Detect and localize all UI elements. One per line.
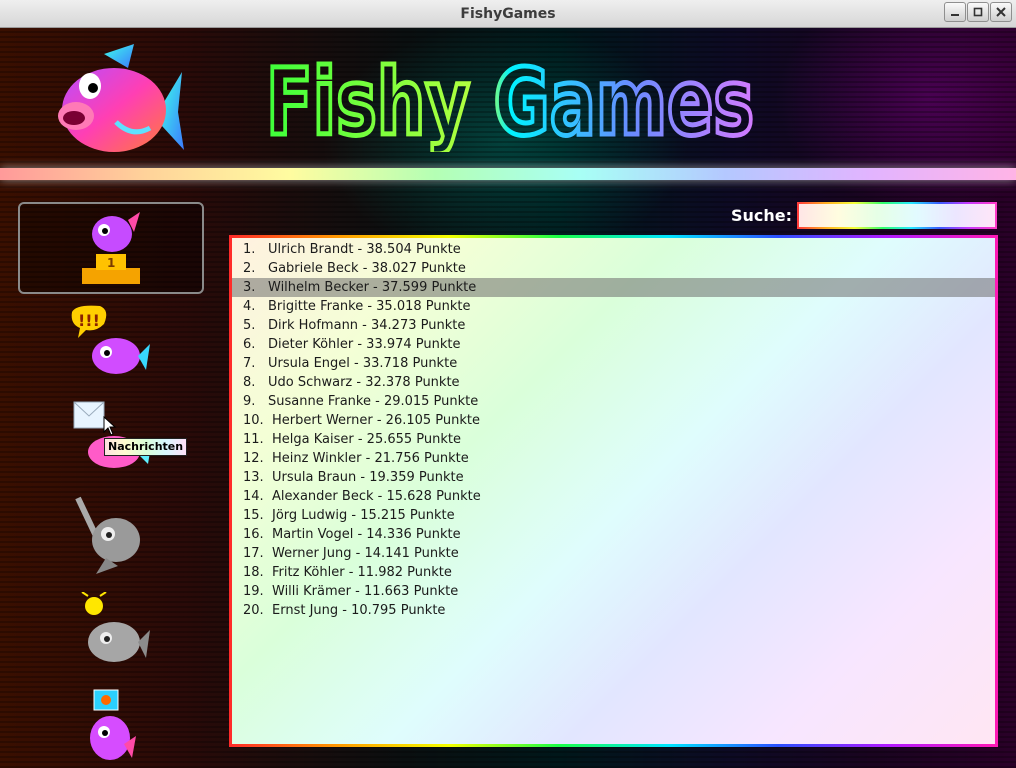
rank-number: 7.	[243, 356, 256, 371]
rank-entry: Martin Vogel - 14.336 Punkte	[272, 527, 461, 542]
exclamation-fish-icon: !!!	[71, 305, 150, 374]
rank-number: 14.	[243, 489, 264, 504]
list-item[interactable]: 6. Dieter Köhler - 33.974 Punkte	[232, 335, 995, 354]
rank-entry: Helga Kaiser - 25.655 Punkte	[272, 432, 462, 447]
rank-entry: Ursula Engel - 33.718 Punkte	[268, 356, 458, 371]
rank-number: 13.	[243, 470, 264, 485]
fish-mascot-icon	[58, 44, 184, 152]
list-item[interactable]: 16. Martin Vogel - 14.336 Punkte	[232, 525, 995, 544]
list-item[interactable]: 13. Ursula Braun - 19.359 Punkte	[232, 468, 995, 487]
list-item[interactable]: 20. Ernst Jung - 10.795 Punkte	[232, 601, 995, 620]
rank-entry: Werner Jung - 14.141 Punkte	[272, 546, 459, 561]
window-controls	[944, 2, 1012, 22]
window-title: FishyGames	[460, 6, 556, 22]
rank-entry: Willi Krämer - 11.663 Punkte	[272, 584, 459, 599]
sidebar-tooltip: Nachrichten	[104, 438, 188, 456]
rank-number: 19.	[243, 584, 264, 599]
rank-entry: Dirk Hofmann - 34.273 Punkte	[268, 318, 466, 333]
list-item[interactable]: 14. Alexander Beck - 15.628 Punkte	[232, 487, 995, 506]
fishy-games-logo: Fishy Games	[264, 47, 757, 153]
rank-entry: Dieter Köhler - 33.974 Punkte	[268, 337, 461, 352]
rank-number: 16.	[243, 527, 264, 542]
rank-number: 17.	[243, 546, 264, 561]
close-icon[interactable]	[990, 2, 1012, 22]
header-divider	[0, 168, 1016, 180]
list-item[interactable]: 15. Jörg Ludwig - 15.215 Punkte	[232, 506, 995, 525]
bat-fish-icon	[75, 496, 140, 574]
rank-number: 10.	[243, 413, 264, 428]
rank-entry: Ernst Jung - 10.795 Punkte	[272, 603, 446, 618]
list-item[interactable]: 5. Dirk Hofmann - 34.273 Punkte	[232, 316, 995, 335]
list-item[interactable]: 11. Helga Kaiser - 25.655 Punkte	[232, 430, 995, 449]
minimize-icon[interactable]	[944, 2, 966, 22]
rank-number: 15.	[243, 508, 264, 523]
rank-number: 6.	[243, 337, 256, 352]
rank-entry: Heinz Winkler - 21.756 Punkte	[272, 451, 469, 466]
list-item[interactable]: 12. Heinz Winkler - 21.756 Punkte	[232, 449, 995, 468]
rank-number: 12.	[243, 451, 264, 466]
sidebar-item-disabled-2[interactable]	[18, 586, 204, 678]
list-item[interactable]: 17. Werner Jung - 14.141 Punkte	[232, 544, 995, 563]
rank-entry: Ursula Braun - 19.359 Punkte	[272, 470, 464, 485]
list-item[interactable]: 18. Fritz Köhler - 11.982 Punkte	[232, 563, 995, 582]
svg-text:1: 1	[107, 256, 115, 270]
list-item[interactable]: 4. Brigitte Franke - 35.018 Punkte	[232, 297, 995, 316]
rank-entry: Susanne Franke - 29.015 Punkte	[268, 394, 479, 409]
trophy-fish-icon: 1	[82, 212, 140, 284]
sidebar-item-profile[interactable]	[18, 682, 204, 768]
logo-title: Fishy Games	[266, 49, 754, 152]
ranking-list-frame: 1. Ulrich Brandt - 38.504 Punkte 2. Gabriel…	[229, 235, 998, 747]
lightbulb-fish-icon	[81, 592, 150, 662]
rank-number: 5.	[243, 318, 256, 333]
rank-entry: Herbert Werner - 26.105 Punkte	[272, 413, 481, 428]
rank-number: 11.	[243, 432, 264, 447]
rank-entry: Wilhelm Becker - 37.599 Punkte	[268, 280, 477, 295]
rank-number: 1.	[243, 242, 256, 257]
sidebar-item-forum[interactable]: !!!	[18, 298, 204, 390]
mouse-cursor-icon	[103, 416, 117, 436]
list-item[interactable]: 10. Herbert Werner - 26.105 Punkte	[232, 411, 995, 430]
rank-number: 20.	[243, 603, 264, 618]
list-item[interactable]: 1. Ulrich Brandt - 38.504 Punkte	[232, 240, 995, 259]
rank-entry: Brigitte Franke - 35.018 Punkte	[268, 299, 471, 314]
rank-entry: Fritz Köhler - 11.982 Punkte	[272, 565, 452, 580]
rank-entry: Udo Schwarz - 32.378 Punkte	[268, 375, 460, 390]
rank-number: 2.	[243, 261, 256, 276]
rank-entry: Alexander Beck - 15.628 Punkte	[272, 489, 481, 504]
rank-entry: Ulrich Brandt - 38.504 Punkte	[268, 242, 461, 257]
rank-number: 8.	[243, 375, 256, 390]
list-item[interactable]: 8. Udo Schwarz - 32.378 Punkte	[232, 373, 995, 392]
ranking-list[interactable]: 1. Ulrich Brandt - 38.504 Punkte 2. Gabriel…	[232, 238, 995, 744]
list-item[interactable]: 3. Wilhelm Becker - 37.599 Punkte	[232, 278, 995, 297]
app-window: Fishy Games 1 !!! Nachrichten Suche: 1. …	[0, 28, 1016, 768]
search-label: Suche:	[731, 206, 793, 225]
picture-fish-icon	[90, 689, 136, 760]
svg-text:!!!: !!!	[78, 311, 100, 330]
list-item[interactable]: 9. Susanne Franke - 29.015 Punkte	[232, 392, 995, 411]
search-input[interactable]	[797, 202, 997, 229]
sidebar-item-highscore[interactable]: 1	[18, 202, 204, 294]
rank-number: 4.	[243, 299, 256, 314]
window-titlebar: FishyGames	[0, 0, 1016, 28]
rank-number: 9.	[243, 394, 256, 409]
rank-number: 18.	[243, 565, 264, 580]
rank-number: 3.	[243, 280, 256, 295]
rank-entry: Jörg Ludwig - 15.215 Punkte	[272, 508, 455, 523]
sidebar-item-disabled-1[interactable]	[18, 490, 204, 582]
list-item[interactable]: 2. Gabriele Beck - 38.027 Punkte	[232, 259, 995, 278]
list-item[interactable]: 7. Ursula Engel - 33.718 Punkte	[232, 354, 995, 373]
rank-entry: Gabriele Beck - 38.027 Punkte	[268, 261, 466, 276]
maximize-icon[interactable]	[967, 2, 989, 22]
list-item[interactable]: 19. Willi Krämer - 11.663 Punkte	[232, 582, 995, 601]
